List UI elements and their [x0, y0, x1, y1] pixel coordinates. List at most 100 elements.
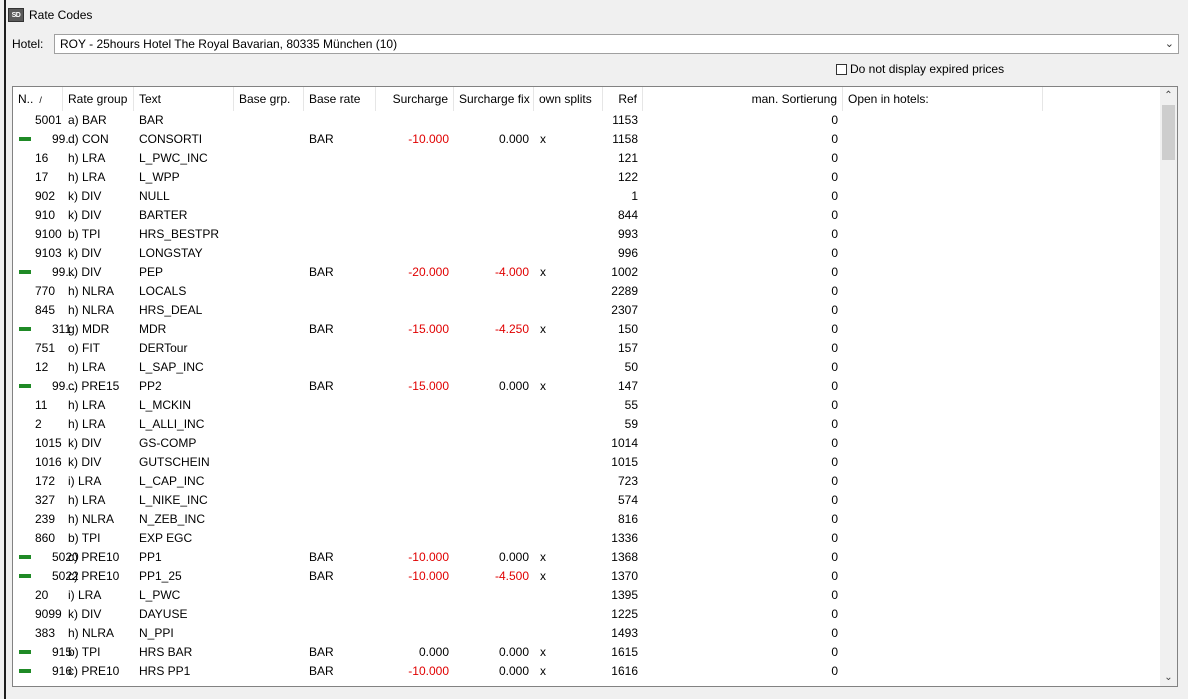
cell-rate-group: h) NLRA: [68, 284, 115, 298]
cell-rate-group: i) LRA: [68, 588, 102, 602]
cell-surcharge-fix: 0.000: [498, 550, 529, 564]
table-row[interactable]: 5022 c) PRE10 PP1_25 BAR -10.000 -4.500 x 1370 0: [13, 567, 1161, 586]
column-header-text[interactable]: Text: [134, 87, 234, 111]
table-row[interactable]: 910 k) DIV BARTER 844 0: [13, 206, 1161, 225]
expired-prices-toggle[interactable]: Do not display expired prices: [836, 62, 1004, 76]
cell-base-rate: [304, 339, 375, 358]
cell-base-rate: [304, 244, 375, 263]
table-row[interactable]: 20 i) LRA L_PWC 1395 0: [13, 586, 1161, 605]
expired-prices-checkbox[interactable]: [836, 63, 847, 75]
cell-surcharge-fix: [454, 529, 534, 548]
cell-own-splits: x: [540, 265, 546, 279]
cell-own-splits: x: [540, 645, 546, 659]
table-row[interactable]: 770 h) NLRA LOCALS 2289 0: [13, 282, 1161, 301]
table-row[interactable]: 9099 k) DIV DAYUSE 1225 0: [13, 605, 1161, 624]
column-header-nr[interactable]: N.. /: [13, 87, 63, 111]
column-header-ref[interactable]: Ref: [603, 87, 643, 111]
column-header-rate-group[interactable]: Rate group: [63, 87, 134, 111]
table-row[interactable]: 5020 c) PRE10 PP1 BAR -10.000 0.000 x 1368 0: [13, 548, 1161, 567]
cell-own-splits: [535, 510, 603, 529]
cell-surcharge-fix: [454, 244, 534, 263]
vertical-scrollbar[interactable]: ⌃ ⌄: [1160, 87, 1177, 686]
table-row[interactable]: 1015 k) DIV GS-COMP 1014 0: [13, 434, 1161, 453]
cell-rate-group: c) PRE10: [68, 550, 120, 564]
cell-man-sort: 0: [831, 379, 838, 393]
table-row[interactable]: 327 h) LRA L_NIKE_INC 574 0: [13, 491, 1161, 510]
cell-man-sort: 0: [831, 303, 838, 317]
cell-surcharge-fix: [454, 358, 534, 377]
cell-own-splits: [535, 586, 603, 605]
column-header-surcharge-fix[interactable]: Surcharge fix: [454, 87, 534, 111]
cell-text: MDR: [139, 322, 167, 336]
table-row[interactable]: 9100 b) TPI HRS_BESTPR 993 0: [13, 225, 1161, 244]
table-row[interactable]: 1016 k) DIV GUTSCHEIN 1015 0: [13, 453, 1161, 472]
cell-text: CONSORTI: [139, 132, 203, 146]
table-row[interactable]: 916 c) PRE10 HRS PP1 BAR -10.000 0.000 x 1616 0: [13, 662, 1161, 681]
cell-own-splits: [535, 301, 603, 320]
column-header-base-rate[interactable]: Base rate: [304, 87, 376, 111]
cell-rate-group: k) DIV: [68, 455, 102, 469]
table-row[interactable]: 12 h) LRA L_SAP_INC 50 0: [13, 358, 1161, 377]
table-row[interactable]: 11 h) LRA L_MCKIN 55 0: [13, 396, 1161, 415]
cell-rate-group: a) BAR: [68, 113, 107, 127]
cell-base-rate: [304, 605, 375, 624]
cell-own-splits: [535, 434, 603, 453]
table-row[interactable]: 311 g) MDR MDR BAR -15.000 -4.250 x 150 0: [13, 320, 1161, 339]
table-row[interactable]: 902 k) DIV NULL 1 0: [13, 187, 1161, 206]
cell-rate-group: b) TPI: [68, 227, 101, 241]
cell-ref: 1014: [611, 436, 638, 450]
column-header-surcharge[interactable]: Surcharge: [376, 87, 454, 111]
cell-man-sort: 0: [831, 151, 838, 165]
cell-base-rate: [304, 586, 375, 605]
table-row[interactable]: 99... k) DIV PEP BAR -20.000 -4.000 x 1002 0: [13, 263, 1161, 282]
cell-rate-group: h) LRA: [68, 360, 106, 374]
table-row[interactable]: 239 h) NLRA N_ZEB_INC 816 0: [13, 510, 1161, 529]
cell-man-sort: 0: [831, 208, 838, 222]
table-row[interactable]: 915 b) TPI HRS BAR BAR 0.000 0.000 x 1615 0: [13, 643, 1161, 662]
cell-text: L_ALLI_INC: [139, 417, 205, 431]
cell-text: L_MCKIN: [139, 398, 192, 412]
scrollbar-thumb[interactable]: [1162, 105, 1175, 160]
cell-ref: 574: [617, 493, 638, 507]
hotel-label: Hotel:: [12, 37, 44, 51]
chevron-down-icon[interactable]: ⌄: [1165, 37, 1174, 50]
table-row[interactable]: 5001 a) BAR BAR 1153 0: [13, 111, 1161, 130]
table-row[interactable]: 16 h) LRA L_PWC_INC 121 0: [13, 149, 1161, 168]
table-row[interactable]: 172 i) LRA L_CAP_INC 723 0: [13, 472, 1161, 491]
cell-surcharge: [376, 453, 454, 472]
cell-text: L_NIKE_INC: [139, 493, 208, 507]
hotel-select[interactable]: ROY - 25hours Hotel The Royal Bavarian, …: [54, 34, 1179, 54]
cell-ref: 122: [617, 170, 638, 184]
table-row[interactable]: 845 h) NLRA HRS_DEAL 2307 0: [13, 301, 1161, 320]
cell-rate-group: h) LRA: [68, 493, 106, 507]
cell-text: N_PPI: [139, 626, 174, 640]
cell-ref: 121: [617, 151, 638, 165]
table-row[interactable]: 9103 k) DIV LONGSTAY 996 0: [13, 244, 1161, 263]
column-header-open-in-hotels[interactable]: Open in hotels:: [843, 87, 1043, 111]
cell-text: L_SAP_INC: [139, 360, 204, 374]
scroll-down-icon[interactable]: ⌄: [1160, 669, 1177, 686]
cell-own-splits: [535, 529, 603, 548]
table-row[interactable]: 2 h) LRA L_ALLI_INC 59 0: [13, 415, 1161, 434]
cell-own-splits: [535, 453, 603, 472]
table-row[interactable]: 99... d) CON CONSORTI BAR -10.000 0.000 x 1158 0: [13, 130, 1161, 149]
column-header-own-splits[interactable]: own splits: [534, 87, 603, 111]
rate-codes-grid[interactable]: N.. / Rate group Text Base grp. Base rate…: [12, 86, 1178, 687]
table-row[interactable]: 751 o) FIT DERTour 157 0: [13, 339, 1161, 358]
scroll-up-icon[interactable]: ⌃: [1160, 87, 1177, 104]
column-header-base-grp[interactable]: Base grp.: [234, 87, 304, 111]
table-row[interactable]: 17 h) LRA L_WPP 122 0: [13, 168, 1161, 187]
cell-surcharge: [376, 605, 454, 624]
cell-base-rate: [304, 624, 375, 643]
cell-base-rate: [304, 396, 375, 415]
cell-ref: 1615: [611, 645, 638, 659]
cell-ref: 723: [617, 474, 638, 488]
cell-surcharge: [376, 244, 454, 263]
table-row[interactable]: 99... c) PRE15 PP2 BAR -15.000 0.000 x 147 0: [13, 377, 1161, 396]
table-row[interactable]: 860 b) TPI EXP EGC 1336 0: [13, 529, 1161, 548]
table-row[interactable]: 383 h) NLRA N_PPI 1493 0: [13, 624, 1161, 643]
cell-man-sort: 0: [831, 588, 838, 602]
column-header-man-sort[interactable]: man. Sortierung: [643, 87, 843, 111]
title-bar: SD Rate Codes: [8, 6, 92, 24]
cell-base-rate: [304, 529, 375, 548]
